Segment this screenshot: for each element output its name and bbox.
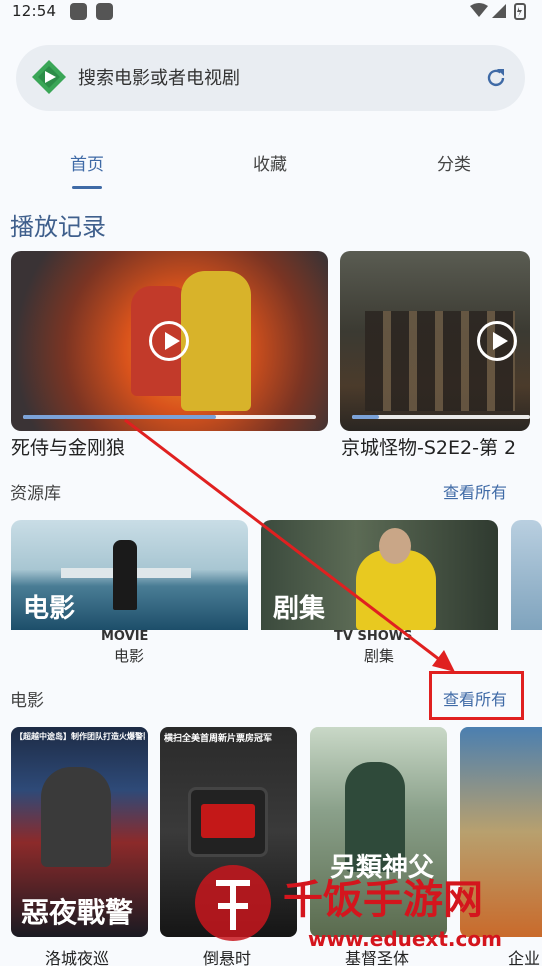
poster-title: 另類神父: [330, 853, 435, 883]
poster-tagline: 横扫全美首周新片票房冠军: [164, 734, 273, 744]
search-bar[interactable]: [16, 45, 525, 111]
library-card-english: TV SHOWS: [334, 629, 413, 644]
library-card-label: 剧集: [364, 647, 395, 665]
poster-title: 惡夜戰警: [21, 896, 134, 929]
movie-poster[interactable]: [460, 727, 542, 937]
search-input[interactable]: [78, 65, 458, 91]
library-see-all-link[interactable]: 查看所有: [443, 479, 507, 503]
poster-figure: [181, 271, 251, 411]
tab-favorites[interactable]: 收藏: [225, 150, 315, 175]
progress-bar: [23, 415, 316, 419]
library-card-english: MOVIE: [101, 629, 149, 644]
wifi-icon: [470, 3, 488, 17]
history-card[interactable]: [340, 251, 530, 431]
poster-figure: [379, 528, 411, 564]
status-bar: 12:54: [0, 0, 542, 24]
library-card-partial[interactable]: [511, 520, 542, 630]
movie-poster[interactable]: 【超越中途岛】制作团队打造火爆警匪片 惡夜戰警: [11, 727, 148, 937]
movie-poster[interactable]: 横扫全美首周新片票房冠军: [160, 727, 297, 937]
progress-bar: [352, 415, 530, 419]
progress-fill: [23, 415, 217, 419]
poster-figure: [41, 767, 111, 867]
movie-caption: 企业: [508, 949, 541, 966]
tab-categories[interactable]: 分类: [409, 150, 499, 175]
library-section-title: 资源库: [10, 484, 61, 504]
progress-fill: [352, 415, 379, 419]
play-icon[interactable]: [477, 321, 517, 361]
signal-icon: [492, 4, 506, 18]
movie-caption: 洛城夜巡: [45, 949, 110, 966]
poster-tagline: 【超越中途岛】制作团队打造火爆警匪片: [15, 732, 145, 741]
poster-figure: [188, 787, 268, 857]
library-card-label: 电影: [114, 647, 145, 665]
play-icon[interactable]: [149, 321, 189, 361]
notification-icon: [96, 3, 113, 20]
notification-icon: [70, 3, 87, 20]
movie-caption: 倒悬时: [203, 949, 252, 966]
app-logo-icon: [32, 60, 66, 94]
library-card-overlay: 电影: [23, 594, 76, 624]
library-card-overlay: 剧集: [273, 594, 326, 624]
library-card-movies[interactable]: 电影: [11, 520, 248, 630]
movie-poster[interactable]: 另類神父: [310, 727, 447, 937]
tab-indicator: [72, 186, 102, 189]
status-icons: [470, 3, 526, 20]
history-item-title: 死侍与金刚狼: [11, 437, 126, 459]
refresh-icon[interactable]: [484, 66, 508, 90]
history-section-title: 播放记录: [10, 213, 106, 241]
history-item-title: 京城怪物-S2E2-第 2: [341, 437, 517, 459]
tab-home[interactable]: 首页: [42, 150, 132, 175]
library-card-tv[interactable]: 剧集: [261, 520, 498, 630]
movies-section-title: 电影: [10, 691, 44, 711]
status-time: 12:54: [12, 2, 57, 20]
annotation-highlight-box: [429, 671, 524, 720]
movie-caption: 基督圣体: [345, 949, 410, 966]
poster-figure: [113, 540, 137, 610]
history-card[interactable]: [11, 251, 328, 431]
